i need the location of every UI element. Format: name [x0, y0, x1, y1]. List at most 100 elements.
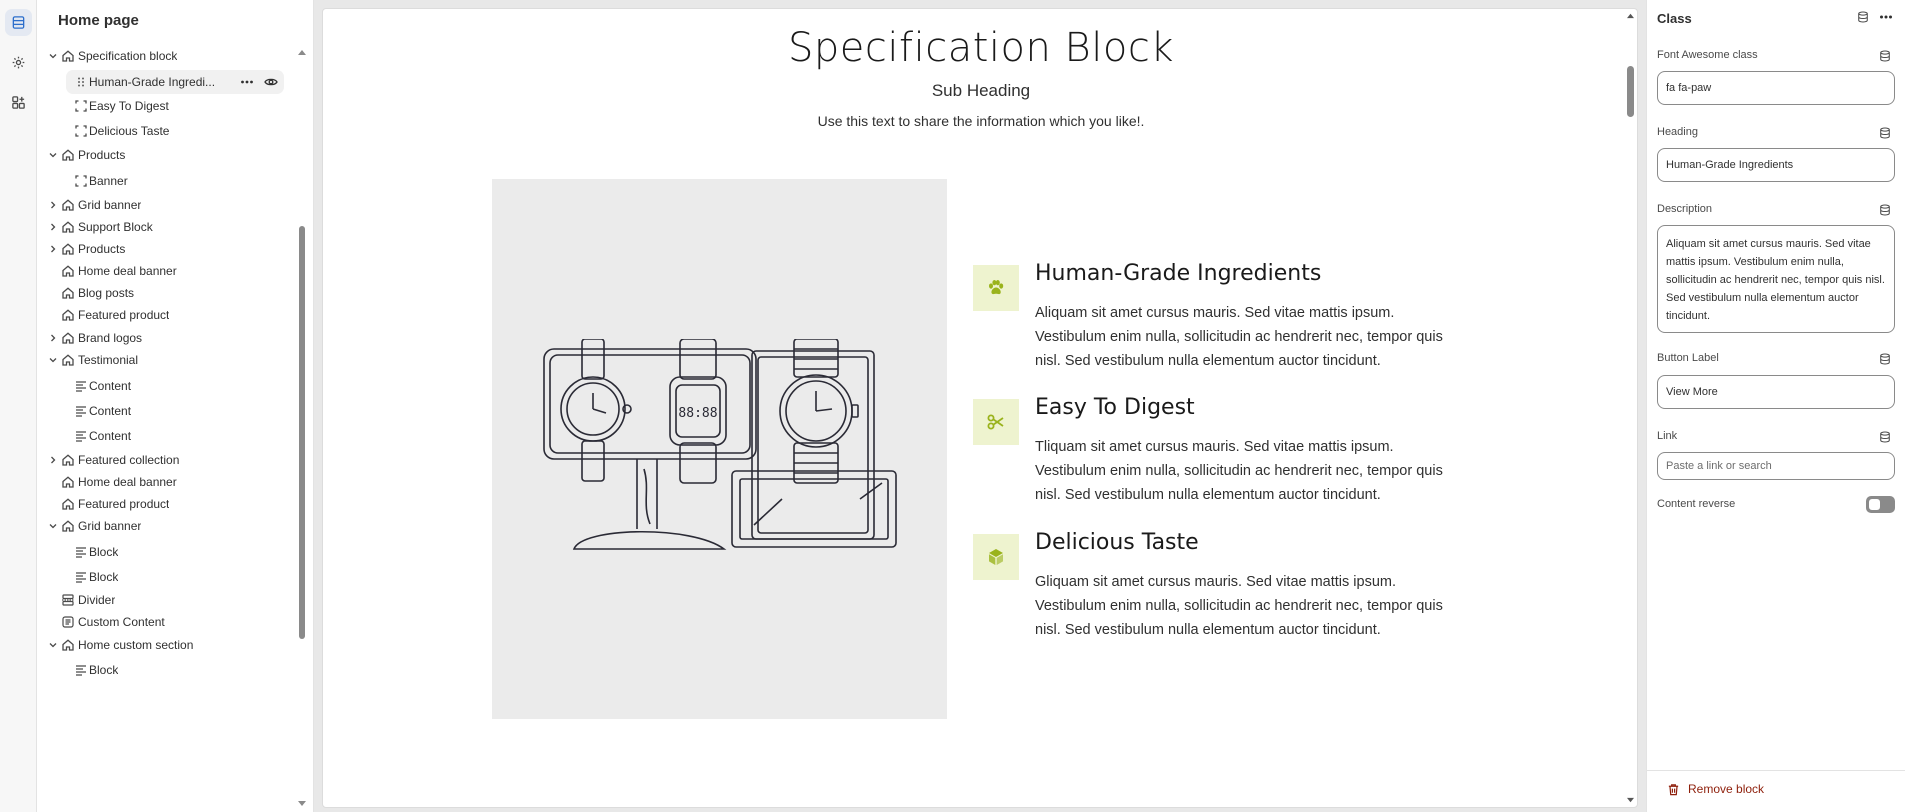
tree-item-label: Block: [89, 570, 119, 584]
tree-item-label: Easy To Digest: [89, 99, 169, 113]
tree-item-label: Home deal banner: [78, 264, 177, 278]
section-item[interactable]: Home deal banner: [37, 259, 287, 283]
chevron-down-icon[interactable]: [48, 51, 58, 61]
section-item[interactable]: Specification block: [37, 44, 287, 68]
drag-handle-icon[interactable]: [74, 75, 88, 89]
section-item[interactable]: Grid banner: [37, 514, 287, 538]
scroll-down-icon[interactable]: [1626, 797, 1635, 804]
block-item[interactable]: Block: [37, 540, 287, 564]
feature-text: Gliquam sit amet cursus mauris. Sed vita…: [1035, 574, 1443, 638]
block-item[interactable]: Banner: [37, 169, 287, 193]
description-textarea[interactable]: Aliquam sit amet cursus mauris. Sed vita…: [1657, 225, 1895, 333]
text-lines-icon: [74, 545, 88, 559]
spec-block-title: Specification Block: [788, 25, 1174, 71]
remove-block-button[interactable]: Remove block: [1667, 782, 1764, 796]
settings-gear-icon[interactable]: [5, 49, 32, 76]
section-home-icon: [61, 353, 75, 367]
feature-title: Human-Grade Ingredients: [1035, 261, 1322, 286]
page-title: Home page: [58, 12, 139, 29]
feature-title: Delicious Taste: [1035, 530, 1199, 555]
section-home-icon: [61, 331, 75, 345]
block-item[interactable]: Content: [37, 424, 287, 448]
tree-item-label: Human-Grade Ingredi...: [89, 75, 216, 89]
block-dashed-icon: [74, 124, 88, 138]
more-options-icon[interactable]: [240, 75, 254, 89]
link-input[interactable]: Paste a link or search: [1657, 452, 1895, 480]
scroll-down-icon[interactable]: [297, 800, 307, 808]
section-item[interactable]: Products: [37, 143, 287, 167]
tree-item-label: Block: [89, 663, 119, 677]
block-item[interactable]: Delicious Taste: [37, 119, 287, 143]
section-home-icon: [61, 286, 75, 300]
scroll-up-icon[interactable]: [1626, 12, 1635, 19]
section-item[interactable]: Support Block: [37, 215, 287, 239]
fa-class-input[interactable]: fa fa-paw: [1657, 71, 1895, 105]
section-item[interactable]: Featured product: [37, 303, 287, 327]
content-reverse-toggle[interactable]: [1866, 496, 1895, 513]
text-lines-icon: [74, 404, 88, 418]
section-item[interactable]: Featured product: [37, 492, 287, 516]
block-item[interactable]: Human-Grade Ingredi...: [66, 70, 284, 94]
more-options-icon[interactable]: [1879, 10, 1893, 24]
block-item[interactable]: Content: [37, 399, 287, 423]
section-item[interactable]: Home custom section: [37, 633, 287, 657]
section-home-icon: [61, 264, 75, 278]
canvas-scrollbar[interactable]: [1623, 9, 1637, 807]
apps-icon[interactable]: [5, 89, 32, 116]
canvas-scroll-thumb[interactable]: [1627, 66, 1634, 117]
chevron-right-icon[interactable]: [48, 455, 58, 465]
block-item[interactable]: Content: [37, 374, 287, 398]
feature-title: Easy To Digest: [1035, 395, 1195, 420]
button-label-input[interactable]: View More: [1657, 375, 1895, 409]
chevron-right-icon[interactable]: [48, 244, 58, 254]
section-item[interactable]: Brand logos: [37, 326, 287, 350]
tree-item-label: Products: [78, 242, 126, 256]
text-lines-icon: [74, 379, 88, 393]
heading-input[interactable]: Human-Grade Ingredients: [1657, 148, 1895, 182]
tree-item-label: Delicious Taste: [89, 124, 170, 138]
database-icon[interactable]: [1879, 353, 1891, 365]
database-icon[interactable]: [1879, 127, 1891, 139]
scroll-up-icon[interactable]: [297, 48, 307, 56]
section-item[interactable]: Testimonial: [37, 348, 287, 372]
visibility-eye-icon[interactable]: [264, 75, 278, 89]
section-item[interactable]: Blog posts: [37, 281, 287, 305]
section-item[interactable]: Grid banner: [37, 193, 287, 217]
spec-block-description: Use this text to share the information w…: [817, 113, 1145, 129]
tree-item-label: Content: [89, 429, 132, 443]
chevron-down-icon[interactable]: [48, 355, 58, 365]
sidebar-scroll-thumb[interactable]: [299, 226, 305, 639]
block-item[interactable]: Block: [37, 565, 287, 589]
chevron-right-icon[interactable]: [48, 222, 58, 232]
sidebar-scrollbar[interactable]: [295, 44, 309, 812]
block-item[interactable]: Easy To Digest: [37, 94, 287, 118]
tree-item-label: Custom Content: [78, 615, 165, 629]
tree-item-label: Grid banner: [78, 198, 142, 212]
section-item[interactable]: Divider: [37, 588, 287, 612]
chevron-down-icon[interactable]: [48, 521, 58, 531]
sections-icon[interactable]: [5, 9, 32, 36]
feature-text: Aliquam sit amet cursus mauris. Sed vita…: [1035, 305, 1443, 369]
block-item[interactable]: Block: [37, 658, 287, 682]
chevron-right-icon[interactable]: [48, 200, 58, 210]
tree-item-label: Home deal banner: [78, 475, 177, 489]
section-home-icon: [61, 49, 75, 63]
trash-icon: [1668, 783, 1679, 795]
section-item[interactable]: Featured collection: [37, 448, 287, 472]
section-item[interactable]: Home deal banner: [37, 470, 287, 494]
database-icon[interactable]: [1856, 10, 1870, 24]
chevron-down-icon[interactable]: [48, 640, 58, 650]
database-icon[interactable]: [1879, 431, 1891, 443]
section-item[interactable]: Custom Content: [37, 610, 287, 634]
section-home-icon: [61, 308, 75, 322]
database-icon[interactable]: [1879, 204, 1891, 216]
divider-icon: [61, 593, 75, 607]
database-icon[interactable]: [1879, 50, 1891, 62]
chevron-right-icon[interactable]: [48, 333, 58, 343]
text-lines-icon: [74, 429, 88, 443]
chevron-down-icon[interactable]: [48, 150, 58, 160]
block-dashed-icon: [74, 99, 88, 113]
section-home-icon: [61, 475, 75, 489]
section-item[interactable]: Products: [37, 237, 287, 261]
section-home-icon: [61, 148, 75, 162]
